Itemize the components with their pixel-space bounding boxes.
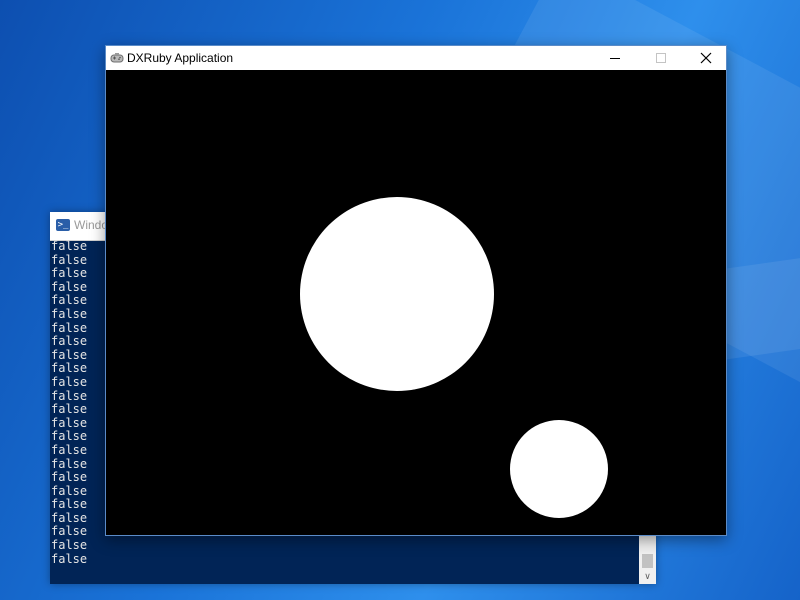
large-circle: [300, 197, 494, 391]
small-circle: [510, 420, 608, 518]
powershell-title: Windo: [74, 218, 109, 232]
maximize-button[interactable]: [638, 46, 684, 70]
gamepad-icon: [110, 53, 124, 63]
window-title: DXRuby Application: [127, 51, 234, 65]
scrollbar-thumb[interactable]: [642, 554, 653, 568]
minimize-icon: [610, 58, 620, 59]
powershell-icon: >_: [56, 219, 70, 231]
chevron-down-icon[interactable]: ∨: [639, 570, 656, 584]
dxruby-window[interactable]: DXRuby Application: [105, 45, 727, 536]
dxruby-titlebar[interactable]: DXRuby Application: [106, 46, 726, 70]
close-icon: [700, 52, 712, 64]
maximize-icon: [656, 53, 666, 63]
console-line: false: [51, 551, 88, 566]
minimize-button[interactable]: [592, 46, 638, 70]
close-button[interactable]: [683, 46, 729, 70]
desktop: >_ Windo false false false false false false f…: [0, 0, 800, 600]
game-canvas[interactable]: [106, 70, 726, 535]
console-line: false: [51, 538, 88, 553]
